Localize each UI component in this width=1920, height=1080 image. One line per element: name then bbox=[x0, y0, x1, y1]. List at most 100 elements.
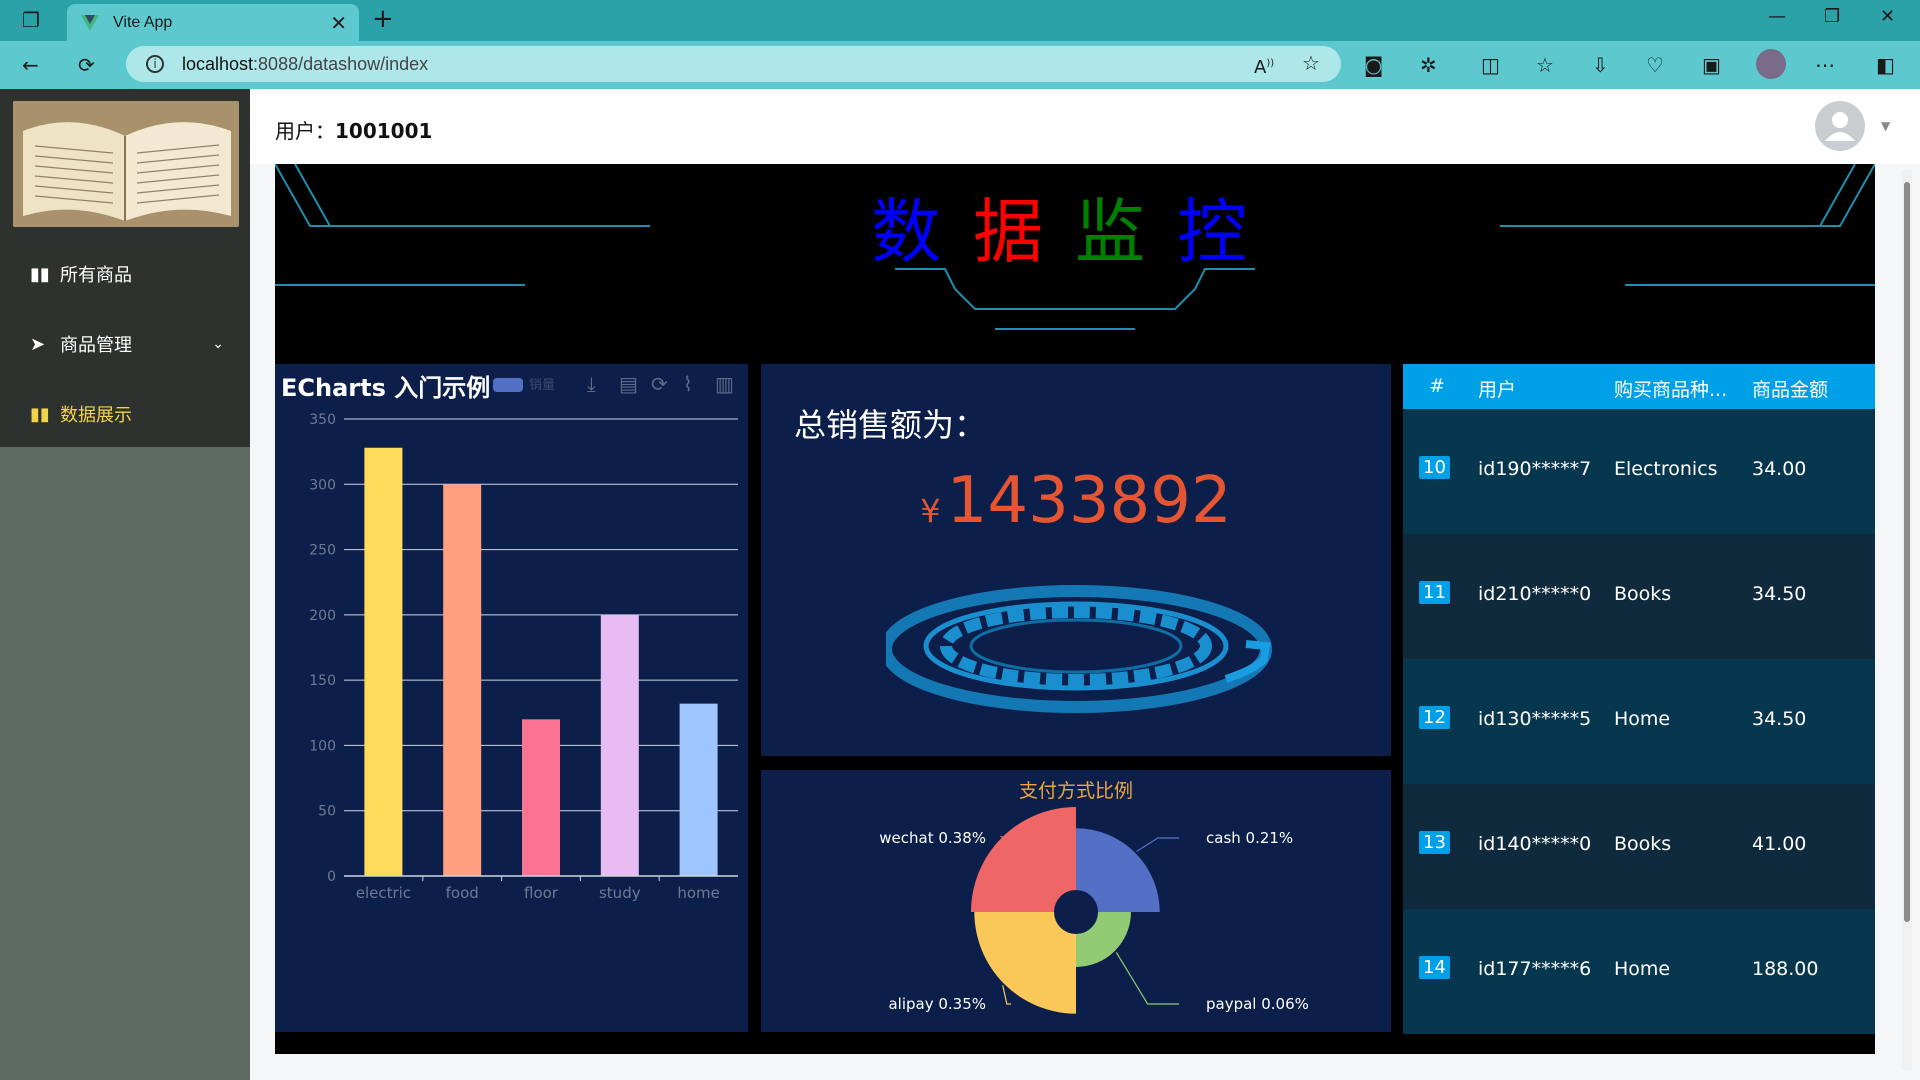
scrollbar-thumb[interactable] bbox=[1904, 182, 1910, 922]
user-info: 用户：1001001 bbox=[275, 115, 432, 144]
favorites-icon[interactable]: ☆ bbox=[1536, 53, 1554, 77]
header-index: # bbox=[1429, 375, 1445, 397]
back-icon[interactable]: ← bbox=[22, 53, 39, 77]
sidebar-menu: ▮▮ 所有商品 ➤ 商品管理 ⌄ ▮▮ 数据展示 bbox=[0, 239, 250, 447]
payment-pie-panel: 支付方式比例 cash 0.21% paypal 0.06% alipay 0.35… bbox=[761, 770, 1391, 1032]
y-tick-label: 100 bbox=[309, 738, 336, 754]
pie-slice[interactable] bbox=[971, 807, 1076, 912]
header-amount: 商品金额 bbox=[1752, 379, 1829, 401]
chevron-down-icon[interactable]: ⌄ bbox=[212, 336, 224, 352]
sidebar-item-label: 所有商品 bbox=[60, 265, 132, 286]
avatar[interactable] bbox=[1815, 101, 1865, 151]
row-category: Home bbox=[1614, 708, 1671, 730]
y-tick-label: 150 bbox=[309, 673, 336, 689]
user-avatar-icon bbox=[1825, 112, 1855, 141]
row-amount: 41.00 bbox=[1752, 833, 1807, 855]
table-row[interactable]: 11 id210*****0 Books 34.50 bbox=[1403, 534, 1875, 659]
pie-slice[interactable] bbox=[974, 912, 1076, 1014]
refresh-icon[interactable]: ⟳ bbox=[78, 53, 95, 77]
browser-titlebar: ❐ Vite App ✕ + — ❐ ✕ bbox=[0, 0, 1920, 41]
row-amount: 34.50 bbox=[1752, 583, 1807, 605]
title-char: 控 bbox=[1177, 191, 1279, 273]
url-text: localhost:8088/datashow/index bbox=[182, 53, 429, 74]
read-aloud-icon[interactable]: A)) bbox=[1254, 52, 1274, 80]
y-tick-label: 0 bbox=[327, 869, 336, 885]
window-close-icon[interactable]: ✕ bbox=[1880, 6, 1895, 27]
payment-pie-chart: cash 0.21% paypal 0.06% alipay 0.35% wechat… bbox=[879, 807, 1309, 1014]
workspaces-icon[interactable]: ❐ bbox=[22, 8, 40, 32]
book-icon: ▮▮ bbox=[30, 403, 50, 425]
row-index: 10 bbox=[1419, 456, 1450, 479]
sidebar-item-data-display[interactable]: ▮▮ 数据展示 bbox=[0, 379, 250, 449]
header-user: 用户 bbox=[1478, 379, 1517, 401]
pie-label: wechat 0.38% bbox=[879, 829, 986, 847]
pie-label-line bbox=[1115, 951, 1179, 1005]
profile-avatar-icon[interactable] bbox=[1756, 49, 1786, 79]
dashboard-area: 数据监控 ECharts 入门示例 销量 ⤓ ▤ ⟳ ⌇ ▥ 0 50 100 150… bbox=[275, 164, 1875, 1054]
bar[interactable] bbox=[679, 703, 718, 876]
caret-down-icon[interactable]: ▼ bbox=[1881, 119, 1890, 133]
row-category: Books bbox=[1614, 583, 1672, 605]
address-bar[interactable]: i localhost:8088/datashow/index A)) ☆ bbox=[126, 46, 1341, 82]
tab-close-icon[interactable]: ✕ bbox=[330, 11, 347, 35]
ring-decoration-icon bbox=[886, 585, 1272, 713]
restore-icon[interactable]: ❐ bbox=[1824, 6, 1840, 27]
title-char: 数 bbox=[871, 191, 973, 273]
pie-center-hole bbox=[1055, 891, 1097, 933]
amount-value: 1433892 bbox=[946, 464, 1232, 538]
browser-toolbar: ← ⟳ i localhost:8088/datashow/index A)) … bbox=[0, 41, 1920, 89]
row-user: id190*****7 bbox=[1478, 458, 1592, 480]
bar-chart: 0 50 100 150 200 250 300 350 electric food floor st… bbox=[309, 412, 738, 902]
bar[interactable] bbox=[443, 484, 482, 876]
bar[interactable] bbox=[600, 614, 639, 876]
site-info-icon[interactable]: i bbox=[146, 55, 164, 73]
title-char: 监 bbox=[1075, 191, 1177, 273]
table-row[interactable]: 12 id130*****5 Home 34.50 bbox=[1403, 659, 1875, 784]
tab-title: Vite App bbox=[113, 13, 173, 31]
row-amount: 188.00 bbox=[1752, 958, 1819, 980]
sidebar-logo bbox=[0, 89, 250, 239]
sidebar-toggle-icon[interactable]: ◧ bbox=[1876, 53, 1895, 77]
row-user: id177*****6 bbox=[1478, 958, 1592, 980]
total-sales-label: 总销售额为： bbox=[794, 406, 987, 444]
table-row[interactable]: 10 id190*****7 Electronics 34.00 bbox=[1403, 409, 1875, 534]
copilot-icon[interactable]: ◙ bbox=[1364, 53, 1383, 77]
extensions-icon[interactable]: ✲ bbox=[1420, 53, 1437, 77]
title-char: 据 bbox=[973, 191, 1075, 273]
sidebar-item-product-management[interactable]: ➤ 商品管理 ⌄ bbox=[0, 309, 250, 379]
paper-plane-icon: ➤ bbox=[30, 333, 46, 355]
table-row[interactable]: 13 id140*****0 Books 41.00 bbox=[1403, 784, 1875, 909]
row-index: 13 bbox=[1419, 831, 1450, 854]
y-tick-label: 200 bbox=[309, 608, 336, 624]
page-scrollbar[interactable] bbox=[1902, 170, 1912, 1070]
pie-label: paypal 0.06% bbox=[1206, 995, 1309, 1013]
bar[interactable] bbox=[522, 719, 560, 876]
table-row[interactable]: 14 id177*****6 Home 188.00 bbox=[1403, 909, 1875, 1034]
currency-symbol: ¥ bbox=[920, 492, 941, 530]
sidebar-item-all-products[interactable]: ▮▮ 所有商品 bbox=[0, 239, 250, 309]
row-index: 12 bbox=[1419, 706, 1450, 729]
pie-label: cash 0.21% bbox=[1206, 829, 1293, 847]
browser-tab[interactable]: Vite App ✕ bbox=[67, 4, 359, 41]
more-menu-icon[interactable]: ⋯ bbox=[1815, 53, 1835, 77]
book-photo bbox=[13, 101, 239, 227]
sidebar: ▮▮ 所有商品 ➤ 商品管理 ⌄ ▮▮ 数据展示 bbox=[0, 89, 250, 1080]
browser-essentials-icon[interactable]: ♡ bbox=[1646, 53, 1664, 77]
row-index: 14 bbox=[1419, 956, 1450, 979]
row-category: Electronics bbox=[1614, 458, 1718, 480]
collections-icon[interactable]: ▣ bbox=[1702, 53, 1721, 77]
row-category: Home bbox=[1614, 958, 1671, 980]
x-tick-label: home bbox=[677, 884, 720, 902]
total-sales-amount: ¥1433892 bbox=[761, 464, 1391, 538]
y-tick-label: 350 bbox=[309, 412, 336, 428]
row-amount: 34.50 bbox=[1752, 708, 1807, 730]
favorite-star-icon[interactable]: ☆ bbox=[1302, 51, 1320, 75]
bar[interactable] bbox=[364, 447, 403, 876]
table-header: # 用户 购买商品种... 商品金额 bbox=[1403, 364, 1875, 409]
new-tab-button[interactable]: + bbox=[372, 4, 394, 34]
user-id: 1001001 bbox=[335, 119, 433, 143]
downloads-icon[interactable]: ⇩ bbox=[1592, 53, 1609, 77]
minimize-icon[interactable]: — bbox=[1768, 6, 1786, 27]
row-index: 11 bbox=[1419, 581, 1450, 604]
split-screen-icon[interactable]: ◫ bbox=[1481, 53, 1500, 77]
